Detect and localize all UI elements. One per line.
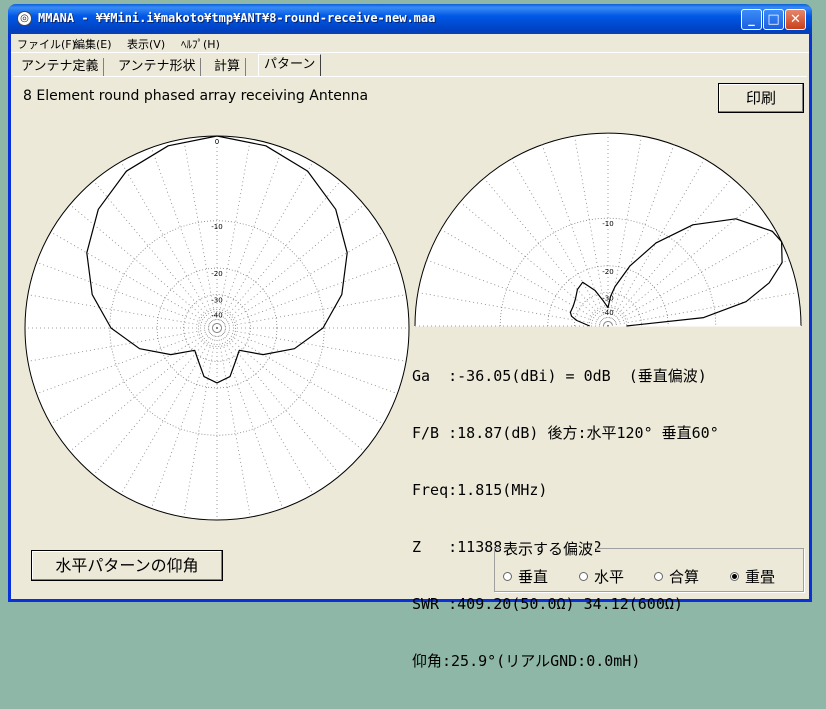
print-button[interactable]: 印刷	[718, 83, 804, 113]
polarization-group-title: 表示する偏波	[501, 538, 596, 559]
menu-file[interactable]: ファイル(F)	[17, 36, 76, 52]
gain-readout: Ga :-36.05(dBi) = 0dB (垂直偏波)	[412, 367, 707, 385]
radio-total[interactable]: 合算	[654, 566, 699, 587]
ring-label: -40	[602, 309, 613, 317]
horizontal-pattern-elevation-button[interactable]: 水平パターンの仰角	[31, 550, 223, 581]
tab-divider	[13, 76, 807, 77]
radio-vertical[interactable]: 垂直	[503, 566, 548, 587]
result-readout: Ga :-36.05(dBi) = 0dB (垂直偏波) F/B :18.87(…	[412, 329, 719, 709]
tab-calculation[interactable]: 計算	[209, 58, 247, 76]
menu-view[interactable]: 表示(V)	[127, 36, 165, 52]
title-bar[interactable]: ◎ MMANA - ¥¥Mini.i¥makoto¥tmp¥ANT¥8-roun…	[8, 4, 812, 34]
radio-indicator[interactable]	[579, 572, 588, 581]
menu-bar: ファイル(F) 編集(E) 表示(V) ﾍﾙﾌﾟ(H)	[11, 34, 809, 53]
radio-label: 合算	[669, 568, 700, 586]
tab-pattern[interactable]: パターン	[258, 54, 322, 77]
maximize-button[interactable]: □	[763, 9, 784, 30]
app-window: ◎ MMANA - ¥¥Mini.i¥makoto¥tmp¥ANT¥8-roun…	[8, 4, 812, 670]
radio-indicator[interactable]	[503, 572, 512, 581]
close-button[interactable]: ✕	[785, 9, 806, 30]
radio-label: 水平	[594, 568, 625, 586]
antenna-icon[interactable]: ◎	[17, 11, 32, 26]
antenna-title: 8 Element round phased array receiving A…	[23, 88, 369, 104]
radio-overlay[interactable]: 重畳	[730, 566, 775, 587]
horizontal-pattern-plot: 0 -10 -20 -30 -40	[24, 135, 410, 521]
ring-label: 0	[215, 138, 219, 146]
frequency-readout: Freq:1.815(MHz)	[412, 481, 548, 499]
swr-readout: SWR :409.20(50.0Ω) 34.12(600Ω)	[412, 595, 683, 613]
window-title: MMANA - ¥¥Mini.i¥makoto¥tmp¥ANT¥8-round-…	[38, 11, 436, 25]
radio-indicator[interactable]	[654, 572, 663, 581]
tab-antenna-shape[interactable]: アンテナ形状	[113, 58, 202, 76]
radio-indicator[interactable]	[730, 572, 739, 581]
menu-help[interactable]: ﾍﾙﾌﾟ(H)	[181, 36, 220, 52]
radio-horizontal[interactable]: 水平	[579, 566, 624, 587]
tab-antenna-definition[interactable]: アンテナ定義	[16, 58, 105, 76]
radio-label: 重畳	[745, 568, 776, 586]
elevation-angle-readout: 仰角:25.9°(リアルGND:0.0mH)	[412, 652, 641, 670]
polarization-group: 表示する偏波 垂直 水平 合算 重畳	[494, 538, 804, 592]
menu-edit[interactable]: 編集(E)	[74, 36, 112, 52]
ring-label: -30	[211, 297, 222, 305]
ring-label: -20	[602, 268, 613, 276]
minimize-button[interactable]: _	[741, 9, 762, 30]
ring-label: -20	[211, 270, 222, 278]
ring-label: -10	[211, 223, 222, 231]
radio-label: 垂直	[518, 568, 549, 586]
ring-label: -40	[211, 311, 222, 319]
front-back-readout: F/B :18.87(dB) 後方:水平120° 垂直60°	[412, 424, 719, 442]
vertical-pattern-plot: -10-20-30-40	[414, 132, 802, 327]
ring-label: -10	[602, 220, 613, 228]
